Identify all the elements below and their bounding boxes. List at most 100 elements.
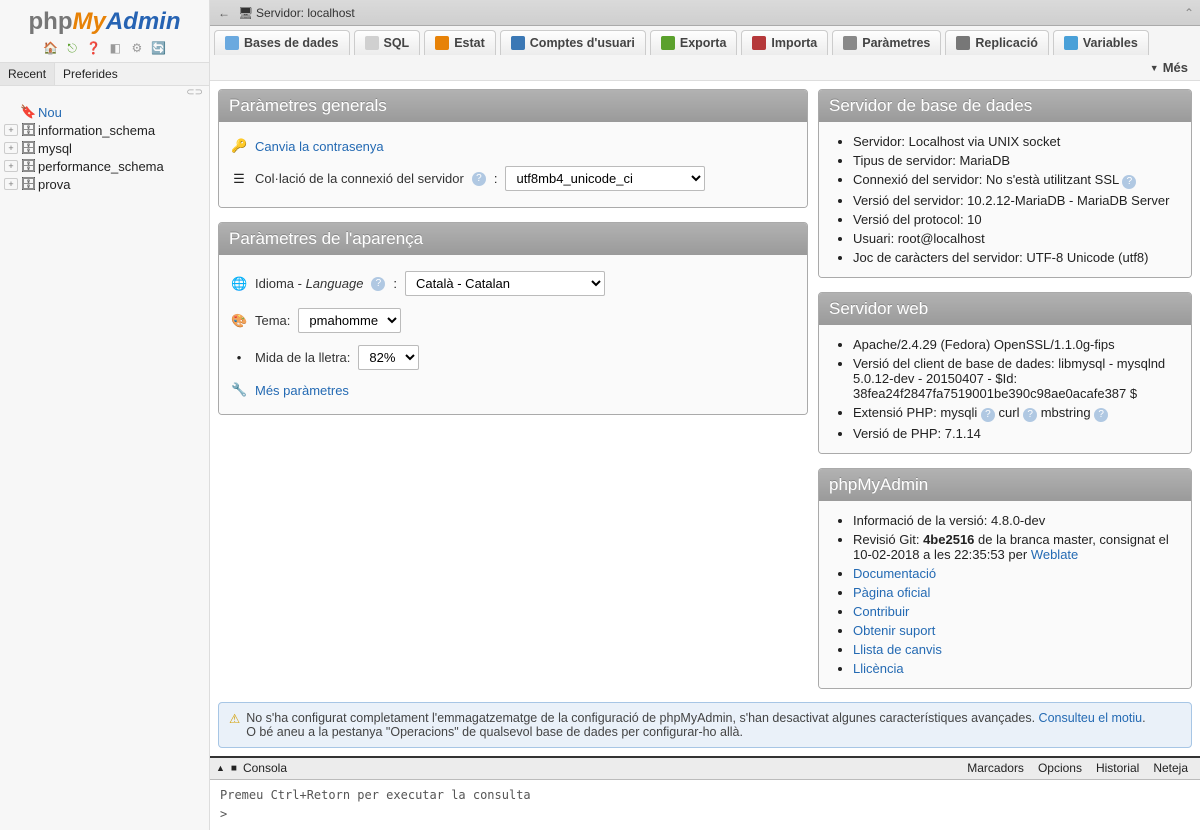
- console-icon: ■: [231, 763, 237, 774]
- tab-status[interactable]: Estat: [424, 30, 496, 55]
- git-author-link[interactable]: Weblate: [1031, 547, 1078, 562]
- server-breadcrumb: ← 🖥 Servidor: localhost ⌃: [210, 0, 1200, 26]
- quick-icons: 🏠 ⎋ ❓ ◧ ⚙ 🔄: [0, 38, 209, 62]
- console-bookmarks[interactable]: Marcadors: [961, 761, 1030, 775]
- info-item: Tipus de servidor: MariaDB: [853, 151, 1179, 170]
- notice-text: No s'ha configurat completament l'emmaga…: [246, 711, 1038, 725]
- expand-icon[interactable]: +: [4, 124, 18, 136]
- notice-reason-link[interactable]: Consulteu el motiu: [1039, 711, 1143, 725]
- tree-db-item[interactable]: +🗄performance_schema: [4, 157, 205, 175]
- navigation-tabs: Recent Preferides: [0, 62, 209, 86]
- expand-icon[interactable]: +: [4, 178, 18, 190]
- theme-select[interactable]: pmahomme: [298, 308, 401, 333]
- help-icon[interactable]: ?: [1094, 408, 1108, 422]
- info-item: Servidor: Localhost via UNIX socket: [853, 132, 1179, 151]
- panel-title: Servidor web: [819, 293, 1191, 325]
- tree-db-item[interactable]: +🗄prova: [4, 175, 205, 193]
- tab-settings[interactable]: Paràmetres: [832, 30, 941, 55]
- fontsize-select[interactable]: 82%: [358, 345, 419, 370]
- pma-link-license[interactable]: Llicència: [853, 661, 904, 676]
- db-server-info-list: Servidor: Localhost via UNIX socket Tipu…: [831, 132, 1179, 267]
- collapse-top-icon[interactable]: ⌃: [1184, 6, 1194, 20]
- web-server-info-list: Apache/2.4.29 (Fedora) OpenSSL/1.1.0g-fi…: [831, 335, 1179, 443]
- console-body[interactable]: Premeu Ctrl+Retorn per executar la consu…: [210, 780, 1200, 830]
- info-item: Apache/2.4.29 (Fedora) OpenSSL/1.1.0g-fi…: [853, 335, 1179, 354]
- change-password-link[interactable]: Canvia la contrasenya: [255, 139, 384, 154]
- console-label[interactable]: Consola: [243, 761, 287, 775]
- settings-icon[interactable]: ⚙: [129, 40, 145, 56]
- collation-label: Col·lació de la connexió del servidor: [255, 171, 464, 186]
- tree-db-item[interactable]: +🗄information_schema: [4, 121, 205, 139]
- db-icon: 🗄: [20, 158, 36, 174]
- collation-select[interactable]: utf8mb4_unicode_ci: [505, 166, 705, 191]
- pma-link-changelog[interactable]: Llista de canvis: [853, 642, 942, 657]
- language-select[interactable]: Català - Catalan: [405, 271, 605, 296]
- back-button[interactable]: ←: [210, 6, 238, 20]
- notice-text: O bé aneu a la pestanya "Operacions" de …: [246, 725, 743, 739]
- tab-more[interactable]: ▼Més: [1142, 55, 1196, 80]
- tree-db-item[interactable]: +🗄mysql: [4, 139, 205, 157]
- pma-link-contribute[interactable]: Contribuir: [853, 604, 909, 619]
- console-prompt: >: [220, 805, 1190, 824]
- console-clear[interactable]: Neteja: [1147, 761, 1194, 775]
- help-icon[interactable]: ?: [472, 172, 486, 186]
- password-icon: 🔑: [231, 138, 247, 154]
- tab-users[interactable]: Comptes d'usuari: [500, 30, 646, 55]
- pma-link-official[interactable]: Pàgina oficial: [853, 585, 930, 600]
- server-label[interactable]: Servidor: localhost: [256, 6, 355, 20]
- chevron-down-icon: ▼: [1150, 63, 1159, 73]
- language-label: Idioma - Language: [255, 276, 363, 291]
- export-icon: [661, 36, 675, 50]
- collapse-nav-icon[interactable]: ⊂⊃: [186, 87, 203, 98]
- theme-label: Tema:: [255, 313, 290, 328]
- new-db-icon: 🔖: [20, 104, 36, 120]
- app-logo[interactable]: phpMyAdmin: [0, 0, 209, 38]
- db-icon: 🗄: [20, 140, 36, 156]
- info-item: Versió del servidor: 10.2.12-MariaDB - M…: [853, 191, 1179, 210]
- panel-title: phpMyAdmin: [819, 469, 1191, 501]
- import-icon: [752, 36, 766, 50]
- expand-icon[interactable]: +: [4, 160, 18, 172]
- docs-icon[interactable]: ❓: [86, 40, 102, 56]
- status-icon: [435, 36, 449, 50]
- home-icon[interactable]: 🏠: [42, 40, 58, 56]
- logout-icon[interactable]: ⎋: [64, 40, 80, 56]
- more-settings-link[interactable]: Més paràmetres: [255, 383, 349, 398]
- tree-new[interactable]: 🔖Nou: [4, 103, 205, 121]
- tab-favorites[interactable]: Preferides: [55, 63, 126, 85]
- panel-title: Servidor de base de dades: [819, 90, 1191, 122]
- info-item: Usuari: root@localhost: [853, 229, 1179, 248]
- tab-recent[interactable]: Recent: [0, 63, 55, 85]
- language-icon: 🌐: [231, 276, 247, 292]
- pma-info-list: Informació de la versió: 4.8.0-dev Revis…: [831, 511, 1179, 678]
- panel-general-settings: Paràmetres generals 🔑 Canvia la contrase…: [218, 89, 808, 208]
- help-icon[interactable]: ?: [371, 277, 385, 291]
- database-tree: 🔖Nou +🗄information_schema +🗄mysql +🗄perf…: [0, 99, 209, 197]
- reload-icon[interactable]: 🔄: [151, 40, 167, 56]
- console-history[interactable]: Historial: [1090, 761, 1145, 775]
- sql-icon[interactable]: ◧: [107, 40, 123, 56]
- info-item: Versió del protocol: 10: [853, 210, 1179, 229]
- tab-import[interactable]: Importa: [741, 30, 828, 55]
- tab-databases[interactable]: Bases de dades: [214, 30, 350, 55]
- top-navigation: Bases de dades SQL Estat Comptes d'usuar…: [210, 26, 1200, 81]
- tab-sql[interactable]: SQL: [354, 30, 421, 55]
- pma-link-documentation[interactable]: Documentació: [853, 566, 936, 581]
- pma-link-support[interactable]: Obtenir suport: [853, 623, 935, 638]
- server-icon: 🖥: [238, 6, 252, 20]
- tab-replication[interactable]: Replicació: [945, 30, 1049, 55]
- sql-icon: [365, 36, 379, 50]
- wrench-icon: 🔧: [231, 382, 247, 398]
- tab-export[interactable]: Exporta: [650, 30, 738, 55]
- help-icon[interactable]: ?: [1122, 175, 1136, 189]
- console-options[interactable]: Opcions: [1032, 761, 1088, 775]
- help-icon[interactable]: ?: [1023, 408, 1037, 422]
- console-toggle-icon[interactable]: ▲: [216, 763, 225, 773]
- tab-variables[interactable]: Variables: [1053, 30, 1149, 55]
- bullet-icon: •: [231, 350, 247, 365]
- info-item: Revisió Git: 4be2516 de la branca master…: [853, 530, 1179, 564]
- panel-db-server: Servidor de base de dades Servidor: Loca…: [818, 89, 1192, 278]
- expand-icon[interactable]: +: [4, 142, 18, 154]
- theme-icon: 🎨: [231, 313, 247, 329]
- help-icon[interactable]: ?: [981, 408, 995, 422]
